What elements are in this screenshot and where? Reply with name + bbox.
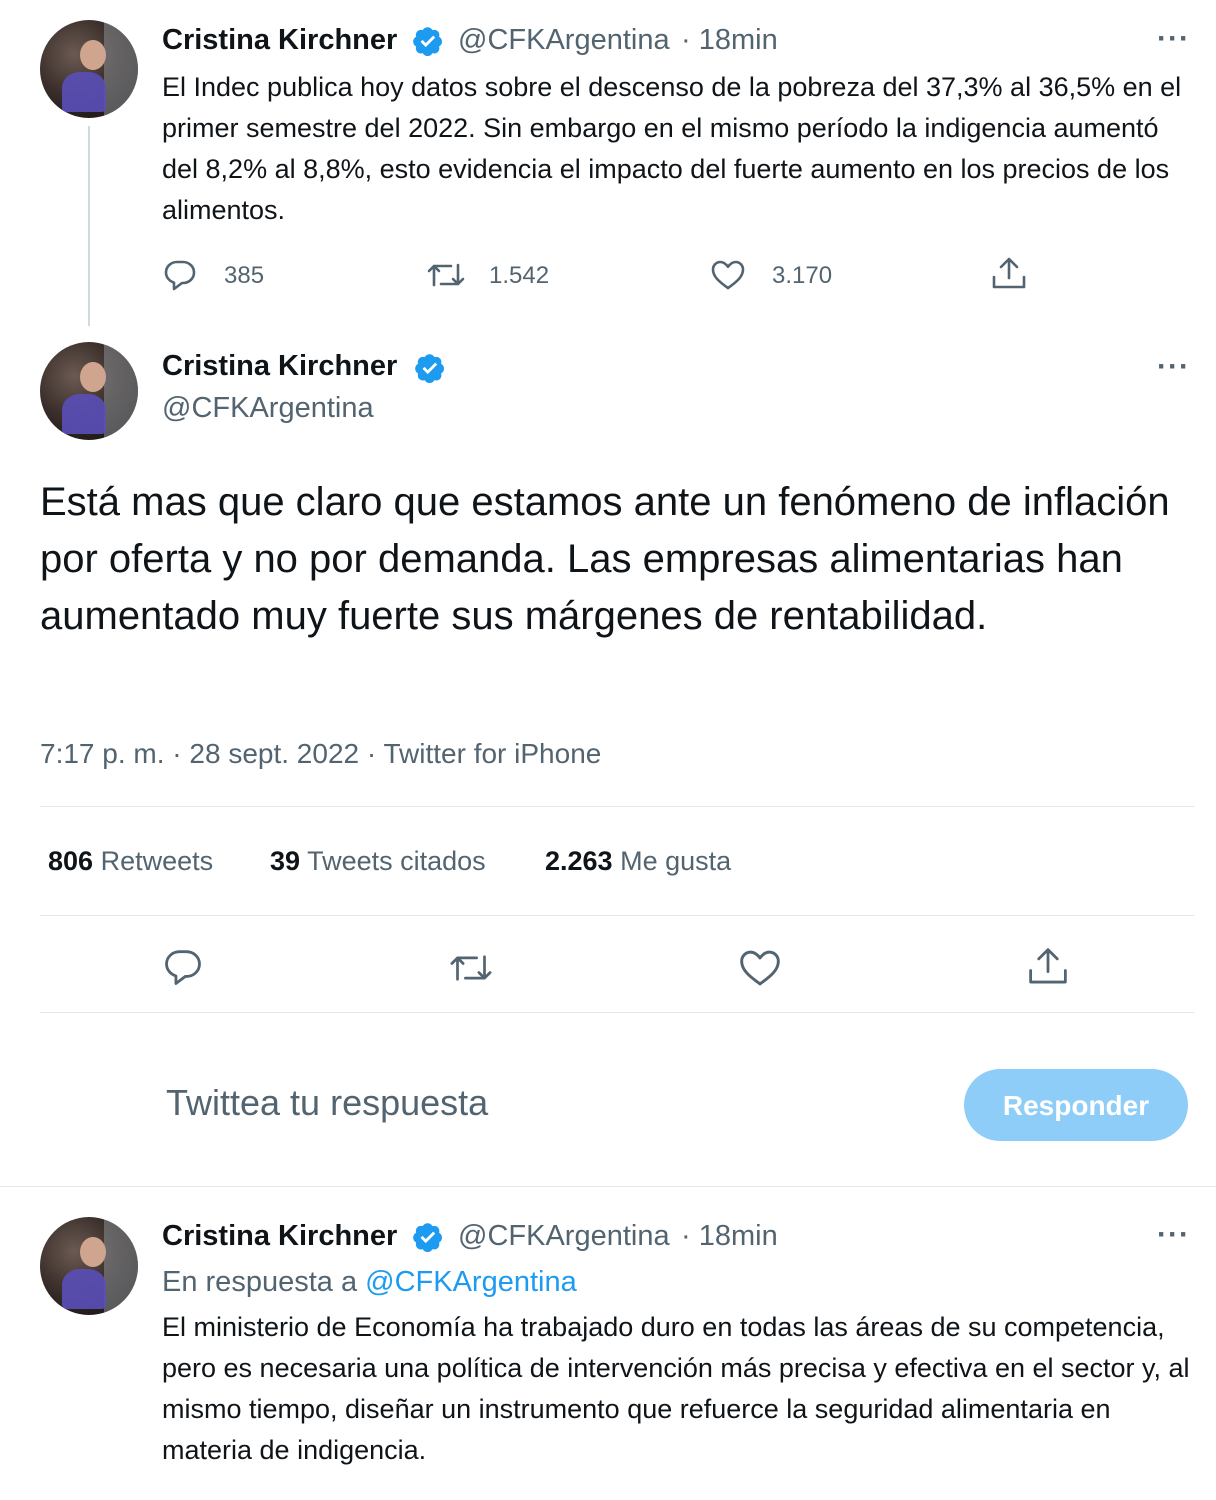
author-handle[interactable]: @CFKArgentina <box>458 24 670 57</box>
stat-likes-label: Me gusta <box>620 846 732 876</box>
author-name[interactable]: Cristina Kirchner <box>162 1220 397 1253</box>
stat-quotes-label: Tweets citados <box>307 846 486 876</box>
like-icon[interactable] <box>710 259 746 291</box>
avatar[interactable] <box>40 20 138 118</box>
author-handle[interactable]: @CFKArgentina <box>162 392 374 425</box>
more-icon[interactable]: ··· <box>1157 350 1190 384</box>
like-icon[interactable] <box>738 948 782 988</box>
divider <box>40 915 1194 916</box>
reply-icon[interactable] <box>163 948 203 986</box>
stat-quotes[interactable]: 39 Tweets citados <box>270 846 486 877</box>
stat-likes[interactable]: 2.263 Me gusta <box>545 846 731 877</box>
verified-icon <box>412 1221 444 1253</box>
section-divider <box>0 1186 1216 1187</box>
tweet-time[interactable]: · 18min <box>681 1220 778 1253</box>
author-name[interactable]: Cristina Kirchner <box>162 350 397 383</box>
tweet-text: El ministerio de Economía ha trabajado d… <box>162 1312 1190 1465</box>
reply-count: 385 <box>224 262 265 289</box>
avatar[interactable] <box>40 1217 138 1315</box>
like-count: 3.170 <box>772 262 833 289</box>
tweet-text: Está mas que claro que estamos ante un f… <box>40 480 1170 638</box>
tweet-text: El Indec publica hoy datos sobre el desc… <box>162 72 1182 225</box>
stat-retweets[interactable]: 806 Retweets <box>48 846 213 877</box>
share-icon[interactable] <box>990 256 1028 292</box>
thread-line <box>88 126 90 326</box>
reply-input[interactable]: Twittea tu respuesta <box>166 1082 926 1124</box>
retweet-count: 1.542 <box>489 262 550 289</box>
share-icon[interactable] <box>1026 946 1070 988</box>
divider <box>40 1012 1194 1013</box>
tweet-timestamp[interactable]: 7:17 p. m. · 28 sept. 2022 · Twitter for… <box>40 738 601 770</box>
reply-context: En respuesta a @CFKArgentina <box>162 1266 577 1299</box>
more-icon[interactable]: ··· <box>1157 22 1190 56</box>
avatar[interactable] <box>40 342 138 440</box>
divider <box>40 806 1194 807</box>
stat-retweets-count: 806 <box>48 846 94 876</box>
tweet-time[interactable]: · 18min <box>681 24 778 57</box>
more-icon[interactable]: ··· <box>1157 1218 1190 1252</box>
stat-likes-count: 2.263 <box>545 846 613 876</box>
author-handle[interactable]: @CFKArgentina <box>458 1220 670 1253</box>
reply-context-prefix: En respuesta a <box>162 1266 358 1298</box>
reply-icon[interactable] <box>163 259 197 291</box>
stat-quotes-count: 39 <box>270 846 301 876</box>
stat-retweets-label: Retweets <box>100 846 214 876</box>
verified-icon <box>412 25 444 57</box>
author-name[interactable]: Cristina Kirchner <box>162 24 397 57</box>
reply-button[interactable]: Responder <box>964 1069 1188 1141</box>
retweet-icon[interactable] <box>426 259 466 291</box>
reply-context-link[interactable]: @CFKArgentina <box>365 1266 577 1298</box>
retweet-icon[interactable] <box>448 950 494 986</box>
verified-icon <box>414 352 446 384</box>
